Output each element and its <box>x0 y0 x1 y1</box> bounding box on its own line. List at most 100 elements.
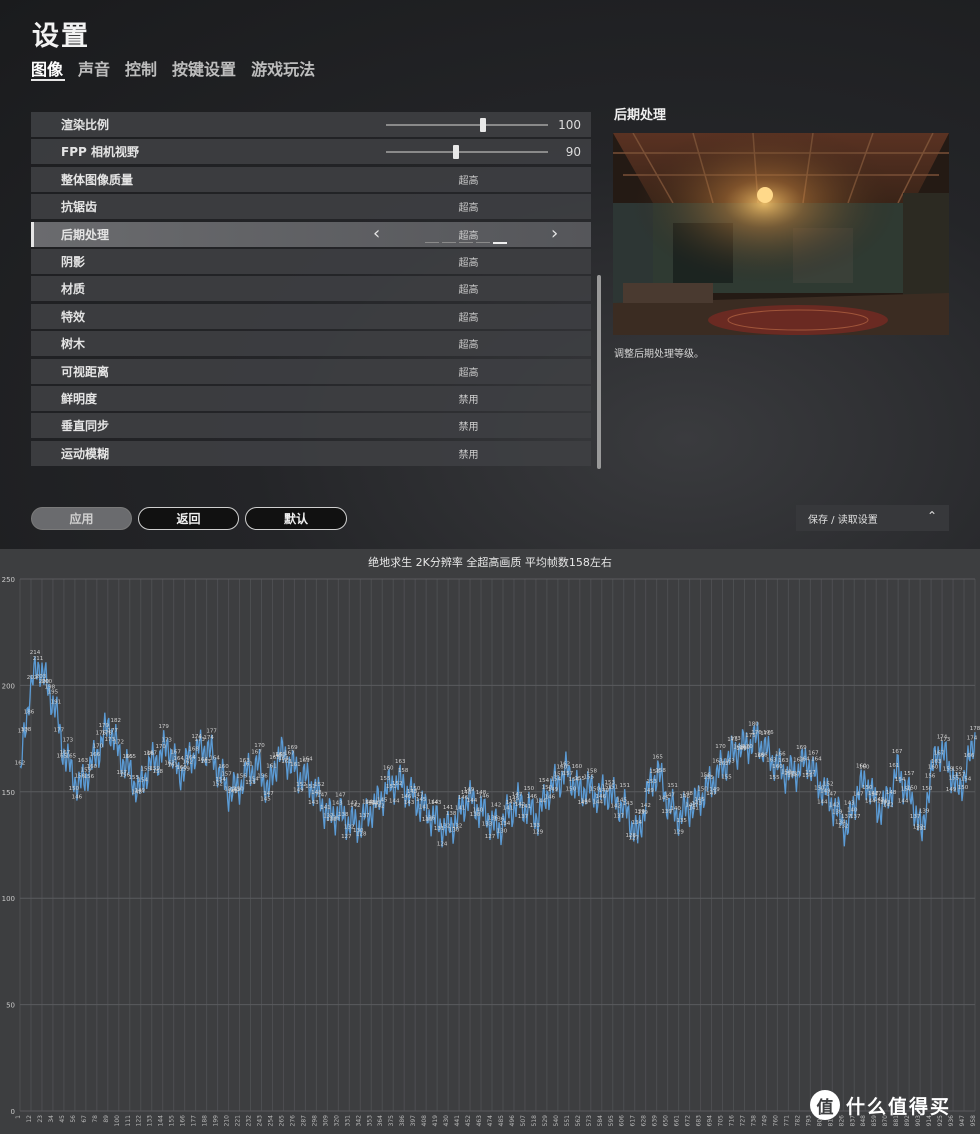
slider-knob[interactable] <box>452 145 459 160</box>
setting-value[interactable]: 禁用 <box>431 446 506 461</box>
data-label: 157 <box>221 771 232 777</box>
setting-value[interactable]: 超高 <box>431 309 506 324</box>
data-label: 154 <box>539 778 550 784</box>
data-label: 150 <box>907 786 918 792</box>
setting-value[interactable]: 超高 <box>431 172 506 187</box>
data-label: 164 <box>811 756 822 762</box>
x-tick-label: 375 <box>388 1115 395 1127</box>
settings-scrollbar[interactable] <box>597 275 601 469</box>
apply-button[interactable]: 应用 <box>31 507 132 530</box>
data-label: 137 <box>359 813 370 819</box>
data-label: 174 <box>967 735 978 741</box>
data-label: 143 <box>844 801 855 807</box>
setting-row[interactable]: 渲染比例 100 <box>31 112 591 137</box>
x-tick-label: 331 <box>344 1115 351 1127</box>
setting-value[interactable]: 超高 <box>431 227 506 242</box>
setting-row[interactable]: 可视距离 超高 <box>31 358 591 384</box>
data-label: 156 <box>236 773 247 779</box>
x-tick-label: 309 <box>322 1115 329 1127</box>
setting-value[interactable]: 超高 <box>431 336 506 351</box>
data-label: 134 <box>500 821 511 827</box>
data-label: 155 <box>703 775 714 781</box>
setting-value[interactable]: 超高 <box>431 281 506 296</box>
setting-row[interactable]: 鲜明度 禁用 <box>31 385 591 411</box>
data-label: 165 <box>66 754 77 760</box>
data-label: 173 <box>161 737 172 743</box>
data-label: 144 <box>389 799 400 805</box>
x-tick-label: 298 <box>311 1115 318 1127</box>
x-tick-label: 78 <box>92 1115 99 1123</box>
save-load-settings-button[interactable]: 保存 / 读取设置 ⌃ <box>796 505 949 531</box>
data-label: 160 <box>859 764 870 770</box>
data-label: 140 <box>473 808 484 814</box>
setting-row[interactable]: 材质 超高 <box>31 276 591 302</box>
data-label: 150 <box>69 786 80 792</box>
tab-control[interactable]: 控制 <box>125 56 157 80</box>
x-tick-label: 397 <box>410 1115 417 1127</box>
data-label: 142 <box>883 803 894 809</box>
setting-label: 后期处理 <box>61 227 110 242</box>
x-tick-label: 518 <box>531 1115 538 1127</box>
setting-row[interactable]: 特效 超高 <box>31 303 591 329</box>
x-tick-label: 606 <box>619 1115 626 1127</box>
data-label: 161 <box>266 763 277 769</box>
setting-slider[interactable] <box>386 145 548 160</box>
tab-sound[interactable]: 声音 <box>78 56 110 80</box>
setting-value[interactable]: 超高 <box>431 254 506 269</box>
setting-row[interactable]: 整体图像质量 超高 <box>31 166 591 192</box>
data-label: 147 <box>853 791 864 797</box>
data-label: 155 <box>769 775 780 781</box>
tab-keybindings[interactable]: 按键设置 <box>172 56 236 80</box>
data-label: 147 <box>317 792 328 798</box>
setting-row[interactable]: 抗锯齿 超高 <box>31 194 591 220</box>
x-tick-label: 947 <box>959 1115 966 1127</box>
data-label: 161 <box>242 762 253 768</box>
slider-value: 90 <box>565 144 581 159</box>
data-label: 155 <box>380 776 391 782</box>
default-button[interactable]: 默认 <box>245 507 347 530</box>
graphics-settings-list: 渲染比例 100 FPP 相机视野 90 整体图像质量 超高 抗锯齿 超高 后期处理 超高 ‹ › 阴影… <box>31 112 591 468</box>
tab-graphics[interactable]: 图像 <box>31 56 63 80</box>
x-tick-label: 67 <box>81 1115 88 1123</box>
setting-slider[interactable] <box>386 118 548 132</box>
setting-value[interactable]: 超高 <box>431 364 506 379</box>
setting-label: 可视距离 <box>61 364 110 379</box>
data-label: 147 <box>664 793 675 799</box>
setting-value[interactable]: 禁用 <box>431 391 506 406</box>
x-tick-label: 716 <box>729 1115 736 1127</box>
watermark: 值 什么值得买 <box>810 1090 951 1120</box>
data-label: 133 <box>482 822 493 828</box>
setting-row[interactable]: 运动模糊 禁用 <box>31 440 591 466</box>
data-label: 157 <box>790 771 801 777</box>
data-label: 166 <box>964 753 975 759</box>
setting-value[interactable]: 超高 <box>431 199 506 214</box>
data-label: 157 <box>805 770 816 776</box>
data-label: 152 <box>314 782 325 788</box>
setting-row[interactable]: 树木 超高 <box>31 331 591 357</box>
setting-row[interactable]: FPP 相机视野 90 <box>31 139 591 165</box>
data-label: 149 <box>548 787 559 793</box>
data-label: 149 <box>134 788 145 794</box>
x-tick-label: 199 <box>213 1115 220 1127</box>
slider-value: 100 <box>558 117 581 132</box>
data-label: 141 <box>419 805 430 811</box>
x-tick-label: 628 <box>641 1115 648 1127</box>
setting-row[interactable]: 阴影 超高 <box>31 248 591 274</box>
chevron-left-icon[interactable]: ‹ <box>373 223 380 244</box>
tab-gameplay[interactable]: 游戏玩法 <box>251 56 315 80</box>
data-label: 164 <box>302 757 313 763</box>
chevron-right-icon[interactable]: › <box>551 223 558 244</box>
slider-knob[interactable] <box>480 118 487 132</box>
setting-row[interactable]: 后期处理 超高 ‹ › <box>31 221 591 247</box>
data-label: 162 <box>15 760 26 766</box>
data-label: 170 <box>155 744 166 750</box>
x-tick-label: 617 <box>630 1115 637 1127</box>
data-label: 173 <box>63 737 74 743</box>
setting-row[interactable]: 垂直同步 禁用 <box>31 413 591 439</box>
setting-value[interactable]: 禁用 <box>431 418 506 433</box>
x-tick-label: 683 <box>696 1115 703 1127</box>
data-label: 170 <box>254 743 265 749</box>
back-button[interactable]: 返回 <box>138 507 239 530</box>
data-label: 145 <box>377 797 388 803</box>
data-label: 155 <box>584 774 595 780</box>
